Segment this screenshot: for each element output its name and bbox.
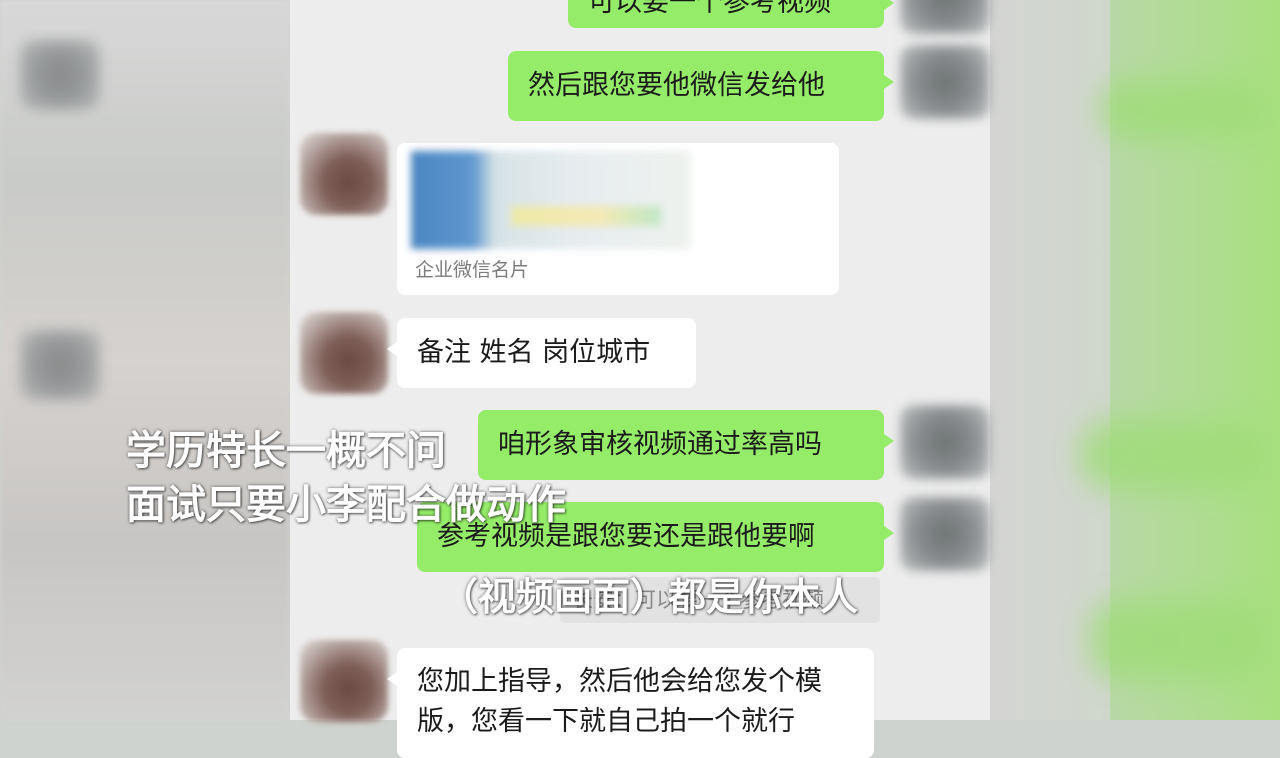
message-text: 可以要一个参考视频 bbox=[588, 0, 831, 18]
blurred-bubble bbox=[1090, 600, 1270, 680]
blurred-bubble bbox=[1100, 80, 1270, 140]
blurred-avatar bbox=[20, 40, 100, 110]
message-text: 咱形象审核视频通过率高吗 bbox=[498, 429, 822, 460]
avatar[interactable] bbox=[900, 405, 990, 479]
video-caption-line: 面试只要小李配合做动作 bbox=[126, 482, 566, 528]
message-text-line: 版，您看一下就自己拍一个就行 bbox=[417, 706, 795, 737]
video-caption-line: （视频画面）都是你本人 bbox=[440, 575, 859, 619]
message-bubble-sent[interactable]: 可以要一个参考视频 bbox=[568, 0, 894, 28]
avatar[interactable] bbox=[900, 0, 990, 34]
message-text-line: 您加上指导，然后他会给您发个模 bbox=[417, 666, 822, 697]
message-bubble-received[interactable]: 您加上指导，然后他会给您发个模 版，您看一下就自己拍一个就行 bbox=[387, 648, 874, 758]
avatar[interactable] bbox=[300, 640, 388, 722]
message-bubble-sent[interactable]: 然后跟您要他微信发给他 bbox=[508, 51, 894, 121]
avatar[interactable] bbox=[900, 45, 990, 119]
contact-card-message[interactable]: 企业微信名片 bbox=[397, 143, 839, 295]
message-text: 然后跟您要他微信发给他 bbox=[528, 70, 825, 101]
blurred-bubble bbox=[1080, 420, 1270, 490]
message-bubble-sent[interactable]: 咱形象审核视频通过率高吗 bbox=[478, 410, 894, 480]
avatar[interactable] bbox=[900, 497, 990, 571]
card-preview-image bbox=[411, 151, 691, 249]
avatar[interactable] bbox=[300, 312, 388, 394]
video-caption-line: 学历特长一概不问 bbox=[126, 428, 446, 474]
avatar[interactable] bbox=[300, 133, 388, 215]
message-text: 备注 姓名 岗位城市 bbox=[417, 337, 651, 368]
blurred-avatar bbox=[20, 330, 100, 400]
card-type-label: 企业微信名片 bbox=[415, 259, 530, 281]
message-bubble-received[interactable]: 备注 姓名 岗位城市 bbox=[387, 318, 696, 388]
